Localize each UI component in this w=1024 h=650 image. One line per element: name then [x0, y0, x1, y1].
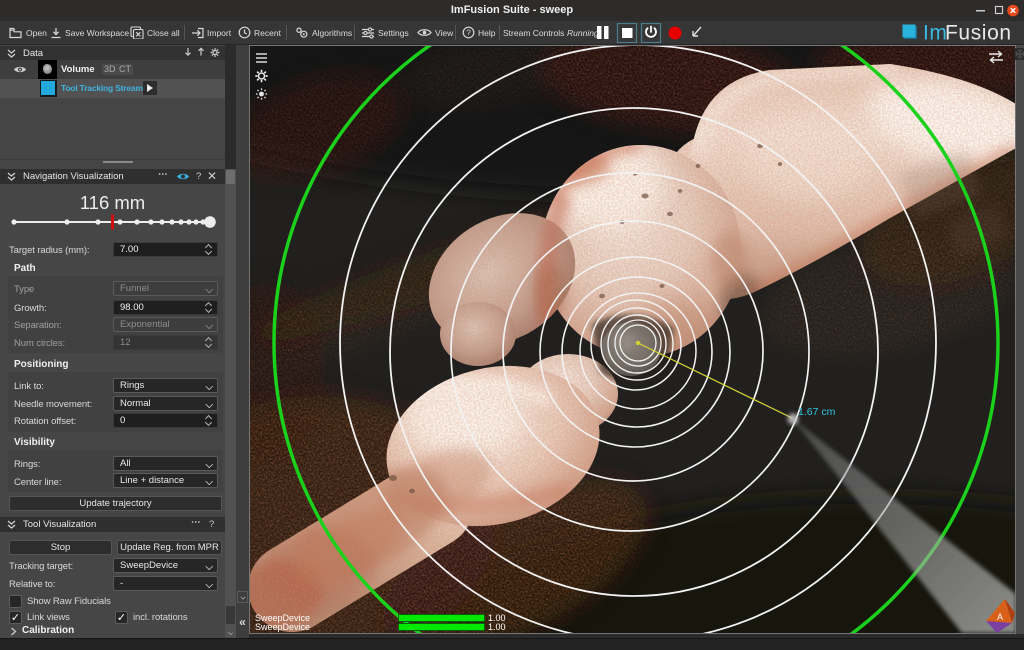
- svg-text:A: A: [997, 612, 1003, 622]
- svg-text:?: ?: [466, 28, 471, 37]
- svg-text:1.67 cm: 1.67 cm: [798, 406, 836, 418]
- svg-text:Im: Im: [923, 24, 948, 42]
- svg-text:Fusion: Fusion: [945, 24, 1012, 42]
